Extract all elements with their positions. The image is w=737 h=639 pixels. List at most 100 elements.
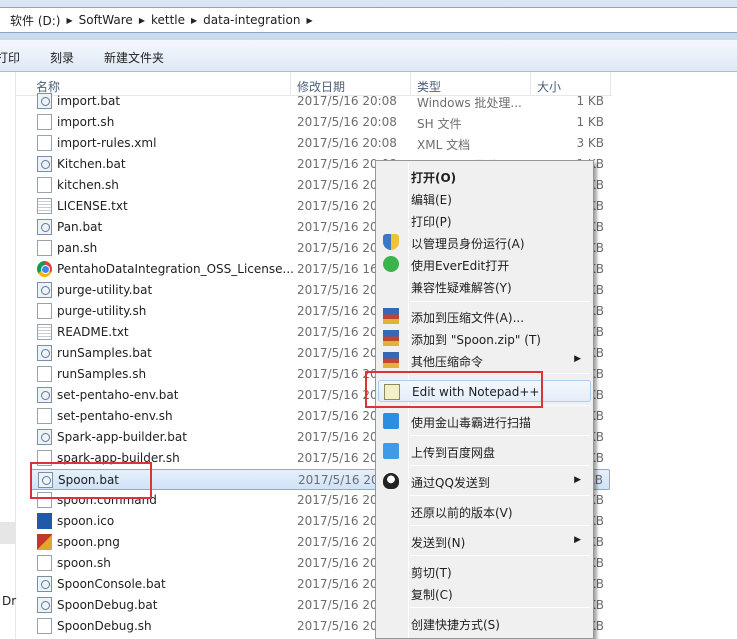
menu-item-label: 创建快捷方式(S) <box>411 618 500 632</box>
menu-separator <box>410 525 590 526</box>
crumb-arrow-icon[interactable]: ▶ <box>306 16 312 25</box>
menu-item[interactable]: 添加到压缩文件(A)... <box>378 305 591 327</box>
menu-item[interactable]: 剪切(T) <box>378 560 591 582</box>
file-date: 2017/5/16 20 <box>297 346 378 360</box>
file-row[interactable]: import.sh 2017/5/16 20:08 SH 文件 1 KB <box>30 112 610 133</box>
menu-item[interactable]: 还原以前的版本(V) <box>378 500 591 522</box>
nav-item-label[interactable]: Dr <box>2 594 16 608</box>
crumb-data-integration[interactable]: data-integration <box>203 13 300 27</box>
file-size: 1 KB <box>576 115 604 129</box>
file-file-icon <box>37 366 52 382</box>
address-bar[interactable]: 软件 (D:) ▶ SoftWare ▶ kettle ▶ data-integrat… <box>0 7 737 33</box>
bat-file-icon <box>37 156 52 172</box>
annotation-box-notepad <box>365 371 543 408</box>
file-date: 2017/5/16 20 <box>297 514 378 528</box>
icoimg-file-icon <box>37 513 52 529</box>
crumb-arrow-icon[interactable]: ▶ <box>139 16 145 25</box>
menu-item[interactable]: 复制(C) <box>378 582 591 604</box>
menu-item[interactable]: 以管理员身份运行(A) <box>378 231 591 253</box>
file-type: Windows 批处理... <box>417 96 522 110</box>
menu-separator <box>410 301 590 302</box>
crumb-arrow-icon[interactable]: ▶ <box>66 16 72 25</box>
everedit-icon <box>383 256 399 272</box>
menu-item[interactable]: 打开(O) <box>378 165 591 187</box>
menu-item-label: 通过QQ发送到 <box>411 476 490 490</box>
file-date: 2017/5/16 20 <box>297 556 378 570</box>
file-row[interactable]: import-rules.xml 2017/5/16 20:08 XML 文档 … <box>30 133 610 154</box>
menu-item[interactable]: 使用EverEdit打开 <box>378 253 591 275</box>
menu-item[interactable]: 编辑(E) <box>378 187 591 209</box>
baidu-cloud-icon <box>383 443 399 459</box>
file-date: 2017/5/16 20 <box>297 283 378 297</box>
file-name: PentahoDataIntegration_OSS_License... <box>57 262 294 276</box>
menu-item-label: 添加到 "Spoon.zip" (T) <box>411 333 541 347</box>
file-date: 2017/5/16 16 <box>297 262 378 276</box>
menu-item[interactable]: 上传到百度网盘 <box>378 440 591 462</box>
submenu-arrow-icon: ▶ <box>574 535 581 545</box>
crumb-software[interactable]: SoftWare <box>79 13 133 27</box>
file-file-icon <box>37 408 52 424</box>
file-date: 2017/5/16 20 <box>297 619 378 633</box>
file-date: 2017/5/16 20 <box>297 577 378 591</box>
winrar-icon <box>383 352 399 368</box>
bat-file-icon <box>37 429 52 445</box>
menu-item[interactable]: 创建快捷方式(S) <box>378 612 591 634</box>
menu-item[interactable]: 兼容性疑难解答(Y) <box>378 275 591 297</box>
nav-item-selected[interactable] <box>0 522 16 544</box>
file-date: 2017/5/16 20 <box>297 241 378 255</box>
file-name: set-pentaho-env.sh <box>57 409 173 423</box>
chrome-file-icon <box>37 261 52 277</box>
file-name: set-pentaho-env.bat <box>57 388 179 402</box>
address-bar-area: 软件 (D:) ▶ SoftWare ▶ kettle ▶ data-integrat… <box>0 0 737 40</box>
file-date: 2017/5/16 20 <box>297 199 378 213</box>
column-divider[interactable] <box>610 72 611 96</box>
menu-item[interactable]: 通过QQ发送到 ▶ <box>378 470 591 492</box>
menu-item-label: 编辑(E) <box>411 193 452 207</box>
menu-item-label: 其他压缩命令 <box>411 355 484 369</box>
crumb-kettle[interactable]: kettle <box>151 13 185 27</box>
file-date: 2017/5/16 20 <box>297 598 378 612</box>
menu-item[interactable]: 添加到 "Spoon.zip" (T) <box>378 327 591 349</box>
toolbar: 打印 刻录 新建文件夹 <box>0 40 737 72</box>
bat-file-icon <box>37 576 52 592</box>
menu-item[interactable]: 打印(P) <box>378 209 591 231</box>
bat-file-icon <box>37 387 52 403</box>
file-size: 1 KB <box>576 94 604 108</box>
menu-item-label: 发送到(N) <box>411 536 466 550</box>
menu-item-label: 打开(O) <box>411 171 457 185</box>
file-date: 2017/5/16 20 <box>297 325 378 339</box>
file-date: 2017/5/16 20:08 <box>297 136 397 150</box>
burn-button[interactable]: 刻录 <box>50 49 74 66</box>
file-name: LICENSE.txt <box>57 199 128 213</box>
menu-item-label: 打印(P) <box>411 215 452 229</box>
crumb-drive[interactable]: 软件 (D:) <box>10 12 60 29</box>
file-size: 3 KB <box>576 136 604 150</box>
winrar-icon <box>383 308 399 324</box>
file-name: README.txt <box>57 325 129 339</box>
file-file-icon <box>37 177 52 193</box>
file-name: SpoonDebug.bat <box>57 598 158 612</box>
file-name: spoon.ico <box>57 514 115 528</box>
menu-item-label: 复制(C) <box>411 588 453 602</box>
menu-separator <box>410 435 590 436</box>
print-button[interactable]: 打印 <box>0 49 20 66</box>
file-date: 2017/5/16 20 <box>297 451 378 465</box>
file-file-icon <box>37 135 52 151</box>
crumb-arrow-icon[interactable]: ▶ <box>191 16 197 25</box>
file-row[interactable]: import.bat 2017/5/16 20:08 Windows 批处理..… <box>30 91 610 112</box>
bat-file-icon <box>37 345 52 361</box>
menu-item[interactable]: 使用金山毒霸进行扫描 <box>378 410 591 432</box>
file-type: XML 文档 <box>417 138 471 152</box>
file-date: 2017/5/16 20 <box>298 473 379 487</box>
menu-item[interactable]: 其他压缩命令 ▶ <box>378 349 591 371</box>
file-date: 2017/5/16 20 <box>297 178 378 192</box>
menu-item-label: 添加到压缩文件(A)... <box>411 311 525 325</box>
menu-separator <box>410 465 590 466</box>
file-name: import-rules.xml <box>57 136 157 150</box>
menu-separator <box>410 495 590 496</box>
new-folder-button[interactable]: 新建文件夹 <box>104 49 164 66</box>
file-name: Pan.bat <box>57 220 103 234</box>
file-name: runSamples.bat <box>57 346 152 360</box>
menu-item[interactable]: 发送到(N) ▶ <box>378 530 591 552</box>
submenu-arrow-icon: ▶ <box>574 475 581 485</box>
